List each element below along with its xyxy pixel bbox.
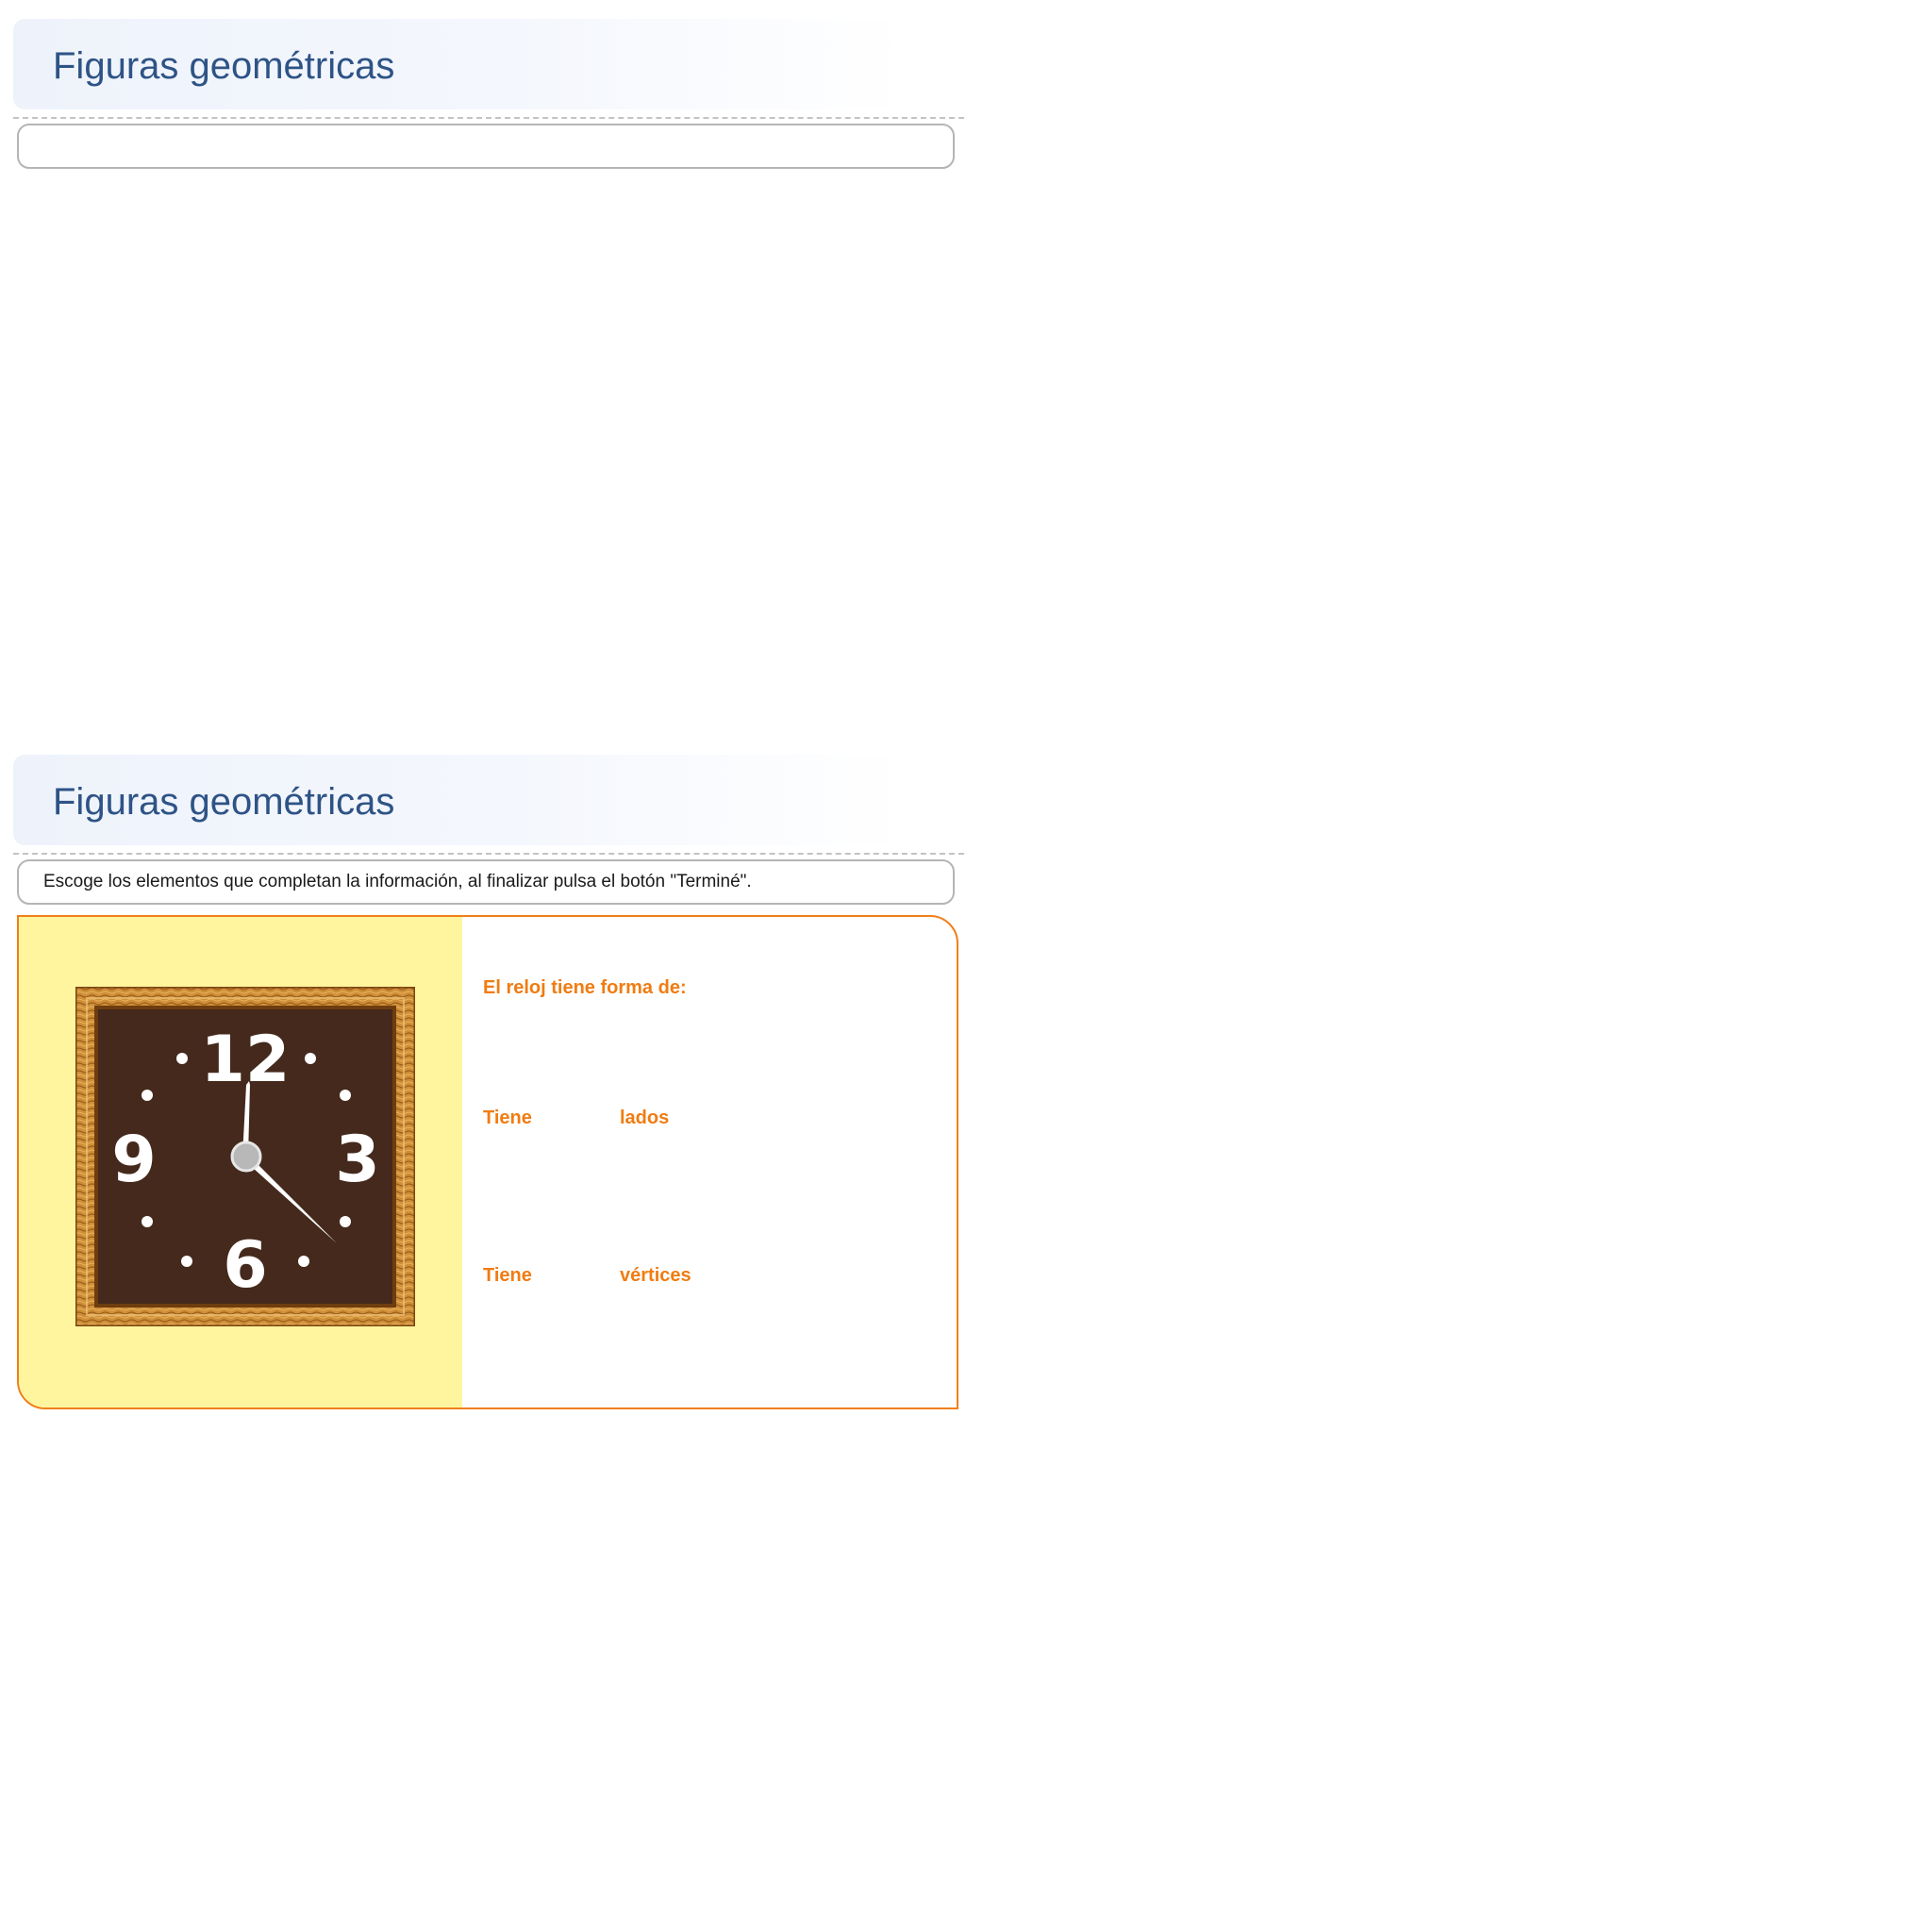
clock-dot (298, 1256, 309, 1267)
clock-dot (340, 1216, 351, 1227)
title-band: Figuras geométricas (13, 19, 909, 109)
sides-suffix: lados (620, 1108, 670, 1128)
clock-dot (142, 1216, 153, 1227)
vertices-suffix: vértices (620, 1265, 691, 1286)
sides-prefix: Tiene (483, 1108, 532, 1128)
activity-card: 12 3 6 9 El reloj tiene forma de: Tiene … (17, 915, 958, 1409)
clock-dot (340, 1090, 351, 1101)
shape-question: El reloj tiene forma de: (483, 977, 687, 998)
numeral-6: 6 (223, 1228, 267, 1303)
numeral-9: 9 (111, 1123, 156, 1197)
instructions-box (17, 124, 955, 169)
image-pane: 12 3 6 9 (19, 917, 462, 1407)
clock-dot (176, 1053, 188, 1064)
clock-dot (181, 1256, 192, 1267)
divider (13, 117, 964, 119)
page-title: Figuras geométricas (53, 781, 395, 823)
divider (13, 853, 964, 855)
numeral-3: 3 (335, 1123, 379, 1197)
clock-image: 12 3 6 9 (75, 987, 415, 1326)
vertices-prefix: Tiene (483, 1265, 532, 1286)
clock-dot (142, 1090, 153, 1101)
clock-dot (305, 1053, 316, 1064)
clock-center (230, 1141, 262, 1173)
clock-illustration: 12 3 6 9 (75, 987, 415, 1326)
instructions-text: Escoge los elementos que completan la in… (43, 872, 752, 891)
page-title: Figuras geométricas (53, 45, 395, 87)
title-band: Figuras geométricas (13, 755, 909, 845)
numeral-12: 12 (201, 1023, 291, 1097)
instructions-box: Escoge los elementos que completan la in… (17, 859, 955, 905)
